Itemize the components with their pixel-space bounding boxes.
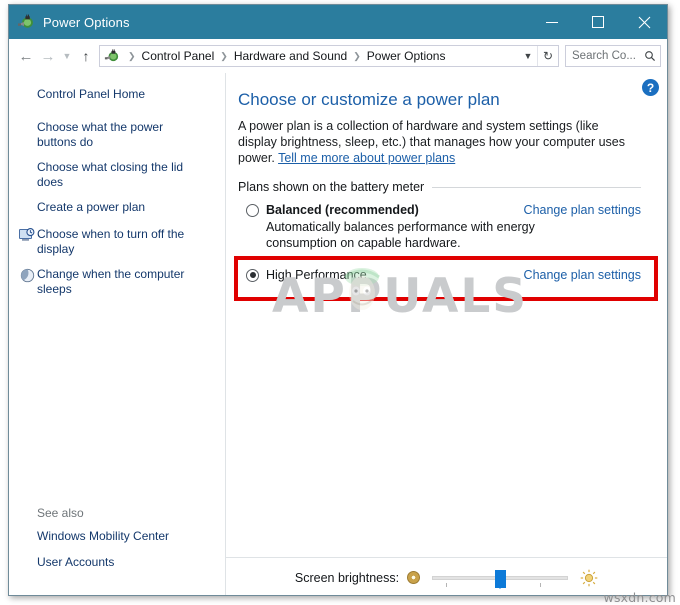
refresh-icon[interactable]: ↻ — [537, 46, 558, 66]
sidebar-item-user-accounts[interactable]: User Accounts — [9, 555, 225, 572]
address-chevron-down-icon[interactable]: ▼ — [519, 51, 537, 61]
navigation-bar: ← → ▼ ↑ ❯ Control Panel ❯ Hardware and S… — [9, 39, 667, 73]
content-pane: ? Choose or customize a power plan A pow… — [226, 73, 667, 595]
sidebar-item-icon-blank — [17, 201, 37, 217]
sidebar-links: Control Panel Home Choose what the power… — [9, 73, 225, 297]
plan-row: Balanced (recommended) Change plan setti… — [246, 203, 641, 217]
address-power-plug-icon — [104, 48, 120, 64]
help-icon[interactable]: ? — [642, 79, 659, 96]
recent-locations-chevron-down-icon[interactable]: ▼ — [59, 45, 75, 67]
plan-description-balanced: Automatically balances performance with … — [266, 220, 535, 250]
maximize-button[interactable] — [575, 5, 621, 39]
sidebar-item-label: User Accounts — [37, 555, 115, 569]
sidebar-item-label: Windows Mobility Center — [37, 529, 170, 543]
minimize-button[interactable] — [529, 5, 575, 39]
change-plan-settings-balanced[interactable]: Change plan settings — [524, 203, 641, 217]
screen-brightness-label: Screen brightness: — [294, 570, 400, 585]
breadcrumb-power-options[interactable]: Power Options — [366, 49, 447, 63]
sidebar-item-label: Create a power plan — [37, 200, 146, 214]
window-titlebar: Power Options — [9, 5, 667, 39]
sidebar-item-turn-off-display[interactable]: Choose when to turn off the display — [9, 227, 225, 257]
group-header-divider — [432, 186, 641, 188]
appuals-mascot-icon — [340, 263, 384, 319]
power-options-window: Power Options ← → ▼ ↑ ❯ Control Panel ❯ … — [8, 4, 668, 596]
brightness-slider-tick — [446, 582, 448, 587]
sidebar-item-create-a-power-plan[interactable]: Create a power plan — [9, 200, 225, 217]
radio-high-performance[interactable] — [246, 268, 259, 282]
brightness-slider-tick — [540, 582, 542, 587]
plans-group-header: Plans shown on the battery meter — [238, 180, 641, 194]
breadcrumb-control-panel[interactable]: Control Panel — [141, 49, 216, 63]
brightness-slider-thumb[interactable] — [495, 569, 507, 589]
plan-name-balanced[interactable]: Balanced (recommended) — [266, 203, 524, 217]
breadcrumb-separator-icon: ❯ — [128, 50, 136, 61]
dim-brightness-icon[interactable] — [407, 571, 421, 584]
sidebar-item-label: Control Panel Home — [37, 87, 146, 101]
sidebar-item-computer-sleeps[interactable]: Change when the computer sleeps — [9, 267, 225, 297]
tell-me-more-link[interactable]: Tell me more about power plans — [278, 151, 455, 165]
sidebar: Control Panel Home Choose what the power… — [9, 73, 226, 595]
page-title: Choose or customize a power plan — [238, 90, 500, 109]
plans-group-label: Plans shown on the battery meter — [238, 180, 425, 194]
plan-balanced: Balanced (recommended) Change plan setti… — [246, 203, 641, 251]
change-plan-settings-high-performance[interactable]: Change plan settings — [524, 268, 641, 282]
brightness-slider[interactable] — [432, 569, 569, 589]
window-body: Control Panel Home Choose what the power… — [9, 73, 667, 595]
sidebar-item-closing-the-lid[interactable]: Choose what closing the lid does — [9, 160, 225, 190]
radio-balanced[interactable] — [246, 203, 259, 217]
breadcrumb-hardware-and-sound[interactable]: Hardware and Sound — [233, 49, 348, 63]
search-box[interactable]: Search Co... — [565, 45, 661, 67]
sidebar-item-icon-blank — [17, 556, 37, 572]
site-watermark: wsxdn.com — [603, 590, 676, 605]
sidebar-item-label: Choose what the power buttons do — [37, 120, 164, 149]
sidebar-item-icon-blank — [17, 88, 37, 104]
moon-sleep-icon — [17, 268, 37, 284]
back-arrow-icon[interactable]: ← — [15, 45, 37, 67]
address-bar[interactable]: ❯ Control Panel ❯ Hardware and Sound ❯ P… — [99, 45, 559, 67]
window-caption-buttons — [529, 5, 667, 39]
sidebar-item-power-buttons[interactable]: Choose what the power buttons do — [9, 120, 225, 150]
sun-brightness-icon[interactable] — [580, 569, 598, 587]
sidebar-item-control-panel-home[interactable]: Control Panel Home — [9, 87, 225, 104]
sidebar-item-label: Change when the computer sleeps — [37, 267, 185, 296]
see-also-section: See also Windows Mobility Center User Ac… — [9, 506, 225, 581]
page-description: A power plan is a collection of hardware… — [238, 118, 630, 166]
search-input[interactable]: Search Co... — [566, 50, 640, 62]
power-plug-battery-icon — [17, 13, 35, 31]
search-icon — [640, 50, 660, 62]
close-button[interactable] — [621, 5, 667, 39]
see-also-heading: See also — [37, 506, 84, 520]
sidebar-item-label: Choose what closing the lid does — [37, 160, 184, 189]
window-title: Power Options — [43, 14, 130, 30]
sidebar-item-icon-blank — [17, 121, 37, 137]
display-clock-icon — [17, 228, 37, 244]
sidebar-item-icon-blank — [17, 530, 37, 546]
sidebar-item-windows-mobility-center[interactable]: Windows Mobility Center — [9, 529, 225, 546]
sidebar-item-label: Choose when to turn off the display — [37, 227, 185, 256]
appuals-watermark: APPUALS — [272, 269, 529, 324]
breadcrumb-separator-icon: ❯ — [220, 50, 228, 61]
forward-arrow-icon[interactable]: → — [37, 45, 59, 67]
screen-brightness-bar: Screen brightness: — [226, 557, 667, 595]
sidebar-item-icon-blank — [17, 161, 37, 177]
screenshot-root: Power Options ← → ▼ ↑ ❯ Control Panel ❯ … — [0, 0, 680, 605]
breadcrumb-separator-icon: ❯ — [353, 50, 361, 61]
up-arrow-icon[interactable]: ↑ — [75, 45, 97, 67]
